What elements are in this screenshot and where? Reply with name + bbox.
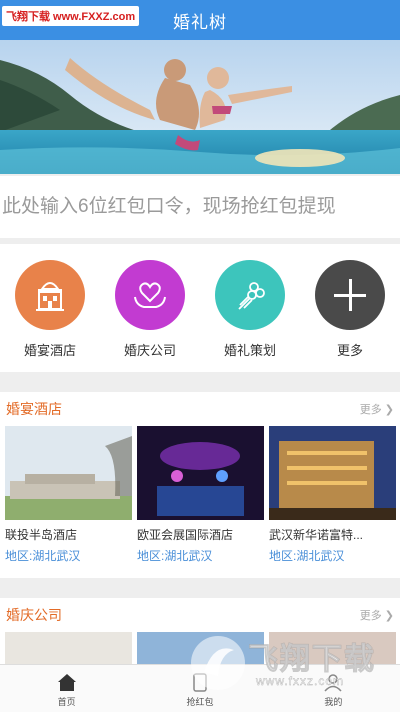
category-wedding-planning[interactable]: 婚礼策划	[210, 260, 290, 372]
hotel-card[interactable]: 欧亚会展国际酒店 地区:湖北武汉	[137, 426, 264, 564]
banner-carousel[interactable]	[0, 40, 400, 174]
hotel-name: 联投半岛酒店	[5, 528, 78, 542]
category-wedding-hotel[interactable]: 婚宴酒店	[10, 260, 90, 372]
tab-label: 抢红包	[186, 697, 214, 707]
app-root: 婚礼树 飞翔下载 www.FXXZ.com 此处输入6位红包口令，现场抢红包提现…	[0, 0, 400, 712]
more-link[interactable]: 更多 ❯	[360, 607, 394, 623]
plus-icon	[315, 260, 385, 330]
category-label: 婚宴酒店	[23, 343, 76, 358]
home-icon	[57, 674, 76, 691]
page-title: 婚礼树	[173, 12, 227, 32]
hotel-building-icon	[15, 260, 85, 330]
hotel-photo	[269, 426, 396, 520]
category-grid: 婚宴酒店 婚庆公司 婚礼策划 更多	[0, 244, 400, 372]
category-more[interactable]: 更多	[310, 260, 390, 372]
hotel-area: 地区:湖北武汉	[269, 549, 345, 563]
category-label: 更多	[336, 343, 363, 358]
watermark-top: 飞翔下载 www.FXXZ.com	[2, 6, 140, 26]
heart-hands-icon	[115, 260, 185, 330]
watermark-brand: 飞翔下载	[248, 643, 376, 677]
watermark-url: www.fxxz.com	[256, 674, 345, 688]
category-label: 婚庆公司	[123, 343, 176, 358]
tab-label: 首页	[57, 697, 76, 707]
section-wedding-hotels: 婚宴酒店 更多 ❯ 联投半岛酒店 地区:湖北武汉 欧亚会展国际酒店 地区:湖北武…	[0, 392, 400, 578]
tab-label: 我的	[324, 697, 343, 707]
chevron-right-icon: ❯	[384, 404, 394, 416]
chevron-right-icon: ❯	[384, 610, 394, 622]
company-photo	[5, 632, 132, 666]
hotel-photo	[137, 426, 264, 520]
category-label: 婚礼策划	[223, 343, 276, 358]
section-header: 婚庆公司 更多 ❯	[0, 598, 400, 632]
hotel-name: 武汉新华诺富特...	[269, 528, 364, 542]
redpacket-code-input[interactable]	[2, 196, 400, 218]
hotel-card-list: 联投半岛酒店 地区:湖北武汉 欧亚会展国际酒店 地区:湖北武汉 武汉新华诺富特.…	[0, 426, 400, 564]
watermark-bottom: 飞翔下载 www.fxxz.com	[190, 632, 396, 694]
banner-image	[0, 40, 400, 174]
section-header: 婚宴酒店 更多 ❯	[0, 392, 400, 426]
hotel-card[interactable]: 联投半岛酒店 地区:湖北武汉	[5, 426, 132, 564]
tab-home[interactable]: 首页	[0, 665, 133, 712]
hotel-area: 地区:湖北武汉	[5, 549, 81, 563]
category-wedding-company[interactable]: 婚庆公司	[110, 260, 190, 372]
hotel-name: 欧亚会展国际酒店	[137, 528, 234, 542]
hotel-card[interactable]: 武汉新华诺富特... 地区:湖北武汉	[269, 426, 396, 564]
hotel-photo	[5, 426, 132, 520]
more-link[interactable]: 更多 ❯	[360, 401, 394, 417]
redpacket-code-area	[0, 176, 400, 238]
section-title: 婚宴酒店	[6, 401, 62, 417]
section-title: 婚庆公司	[6, 607, 62, 623]
flower-bouquet-icon	[215, 260, 285, 330]
hotel-area: 地区:湖北武汉	[137, 549, 213, 563]
company-card[interactable]	[5, 632, 132, 666]
